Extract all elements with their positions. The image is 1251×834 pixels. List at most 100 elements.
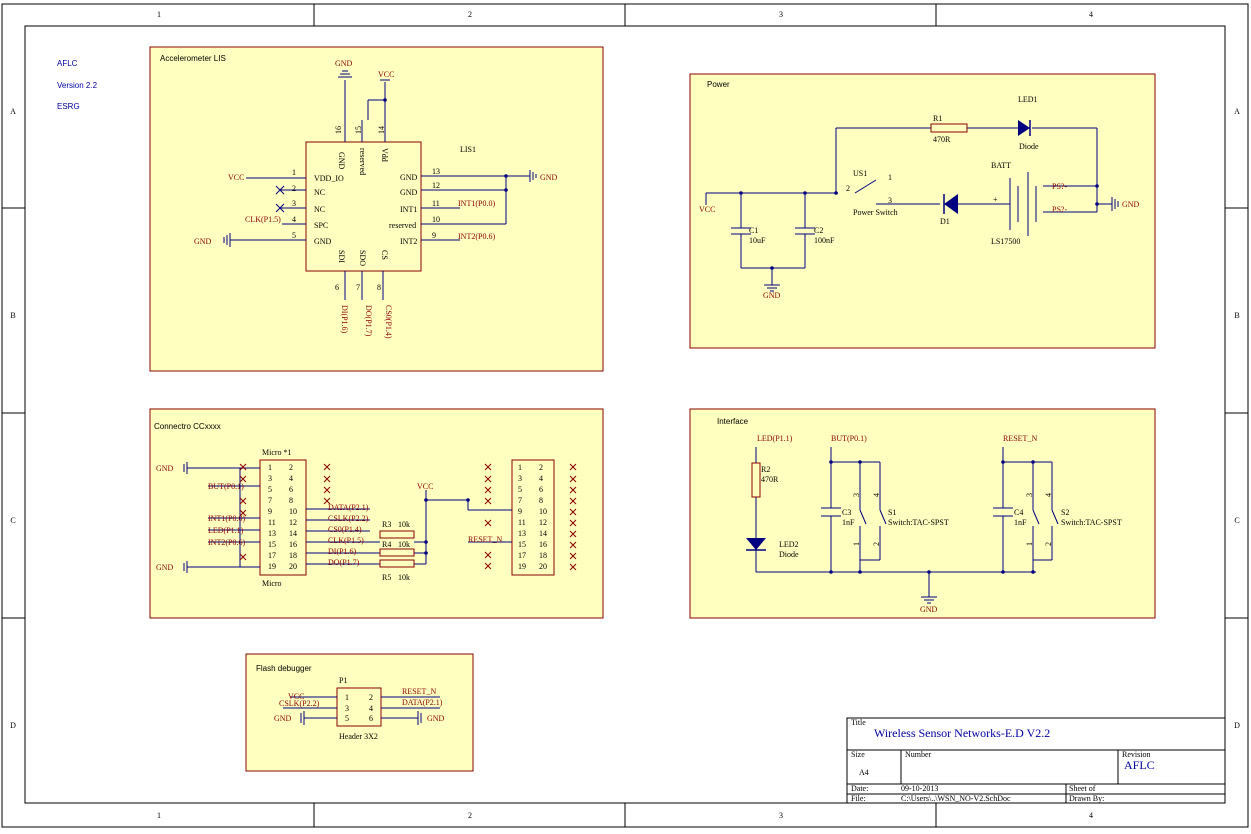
col-label: 1 — [157, 811, 161, 820]
pin-num: 2 — [539, 463, 543, 472]
gnd-label: GND — [1122, 200, 1140, 209]
pin-name: NC — [314, 205, 325, 214]
col-label: 2 — [468, 10, 472, 19]
pin-num: 11 — [268, 518, 276, 527]
led2-ref: LED2 — [779, 540, 799, 549]
net-label: INT1(P0.0) — [458, 199, 495, 208]
net-label: DATA(P2.1) — [402, 698, 443, 707]
pin-name: SDO — [358, 250, 367, 266]
net-label: RESET_N — [402, 687, 436, 696]
col-label: 3 — [779, 10, 783, 19]
net-label: CSLK(P2.2) — [279, 699, 320, 708]
pin-num: 6 — [369, 714, 373, 723]
drawn-label: Drawn By: — [1069, 794, 1104, 803]
pin-num: 3 — [345, 704, 349, 713]
pin-name: SPC — [314, 221, 328, 230]
pin-name: INT1 — [400, 205, 417, 214]
pin-num: 8 — [539, 496, 543, 505]
pin-num: 5 — [268, 485, 272, 494]
col-label: 2 — [468, 811, 472, 820]
net-label: INT2(P0.6) — [458, 232, 495, 241]
sw-pin: 3 — [888, 196, 892, 205]
file-label: File: — [851, 794, 866, 803]
led1-ref: LED1 — [1018, 95, 1038, 104]
org-label: AFLC — [57, 59, 78, 68]
pin-num: 13 — [518, 529, 526, 538]
file-value: C:\Users\..\WSN_NO-V2.SchDoc — [901, 794, 1011, 803]
net-label: INT1(P0.0) — [208, 514, 245, 523]
us1-ref: US1 — [853, 169, 867, 178]
pin-name: SDI — [337, 250, 346, 263]
reset-label: RESET_N — [468, 535, 502, 544]
r5-value: 10k — [398, 573, 410, 582]
c1-value: 10uF — [749, 236, 766, 245]
micro-ref: Micro *1 — [262, 448, 292, 457]
sw-pin: 4 — [1044, 493, 1053, 497]
size-label: Size — [851, 750, 865, 759]
c3-value: 1nF — [842, 518, 855, 527]
revision-value: AFLC — [1124, 758, 1155, 772]
pin-num: 8 — [289, 496, 293, 505]
sw-pin: 3 — [852, 493, 861, 497]
pin-num: 2 — [292, 184, 296, 193]
gnd-label: GND — [540, 173, 558, 182]
led2-type: Diode — [779, 550, 799, 559]
schematic-canvas: 1 2 3 4 1 2 3 4 A B C D A B C D AFLC Ver… — [1, 3, 1249, 828]
title-value: Wireless Sensor Networks-E.D V2.2 — [874, 726, 1050, 740]
sw-pin: 3 — [1025, 493, 1034, 497]
c3-ref: C3 — [842, 508, 851, 517]
pin-num: 12 — [432, 181, 440, 190]
pin-num: 10 — [289, 507, 297, 516]
micro-header-left — [259, 459, 307, 576]
pin-name: VDD_IO — [314, 174, 344, 183]
pin-name: INT2 — [400, 237, 417, 246]
pin-num: 19 — [518, 562, 526, 571]
s2-type: Switch:TAC-SPST — [1061, 518, 1122, 527]
row-label: C — [10, 516, 15, 525]
pin-num: 5 — [518, 485, 522, 494]
row-label: D — [10, 721, 16, 730]
pin-num: 11 — [518, 518, 526, 527]
col-label: 3 — [779, 811, 783, 820]
r3-resistor — [379, 530, 415, 539]
vcc-label: VCC — [699, 205, 715, 214]
led1-type: Diode — [1019, 142, 1039, 151]
sw-pin: 2 — [1044, 542, 1053, 546]
pin-num: 6 — [289, 485, 293, 494]
r1-ref: R1 — [933, 114, 942, 123]
pin-num: 9 — [432, 231, 436, 240]
r5-ref: R5 — [382, 573, 391, 582]
net-label: DI(P1.6) — [328, 547, 357, 556]
net-label: DO(P1.7) — [364, 305, 373, 337]
net-label: CLK(P1.5) — [328, 536, 364, 545]
panel-title: Flash debugger — [256, 664, 312, 673]
pin-num: 2 — [369, 693, 373, 702]
pin-num: 4 — [539, 474, 543, 483]
sheet-label: Sheet of — [1069, 784, 1096, 793]
pin-num: 9 — [518, 507, 522, 516]
c2-value: 100nF — [814, 236, 835, 245]
pin-num: 7 — [356, 283, 360, 292]
r4-value: 10k — [398, 540, 410, 549]
panel-title: Power — [707, 80, 730, 89]
row-label: B — [10, 311, 15, 320]
sw-pin: 1 — [888, 173, 892, 182]
date-label: Date: — [851, 784, 868, 793]
r2-ref: R2 — [761, 465, 770, 474]
p1-type: Header 3X2 — [339, 732, 378, 741]
pin-num: 9 — [268, 507, 272, 516]
pin-name: Vdd — [380, 148, 389, 162]
pin-name: reserved — [389, 221, 416, 230]
pin-num: 1 — [518, 463, 522, 472]
pin-num: 1 — [292, 168, 296, 177]
power-panel: Power R1 470R LED1 Diode US1 Power Switc… — [689, 73, 1156, 349]
gnd-label: GND — [194, 237, 212, 246]
batt-type: LS17500 — [991, 237, 1020, 246]
pin-num: 1 — [345, 693, 349, 702]
batt-ref: BATT — [991, 161, 1011, 170]
col-label: 4 — [1089, 811, 1093, 820]
pin-name: GND — [314, 237, 332, 246]
p1-header — [336, 687, 382, 727]
gnd-label: GND — [427, 714, 445, 723]
panel-title: Interface — [717, 417, 749, 426]
